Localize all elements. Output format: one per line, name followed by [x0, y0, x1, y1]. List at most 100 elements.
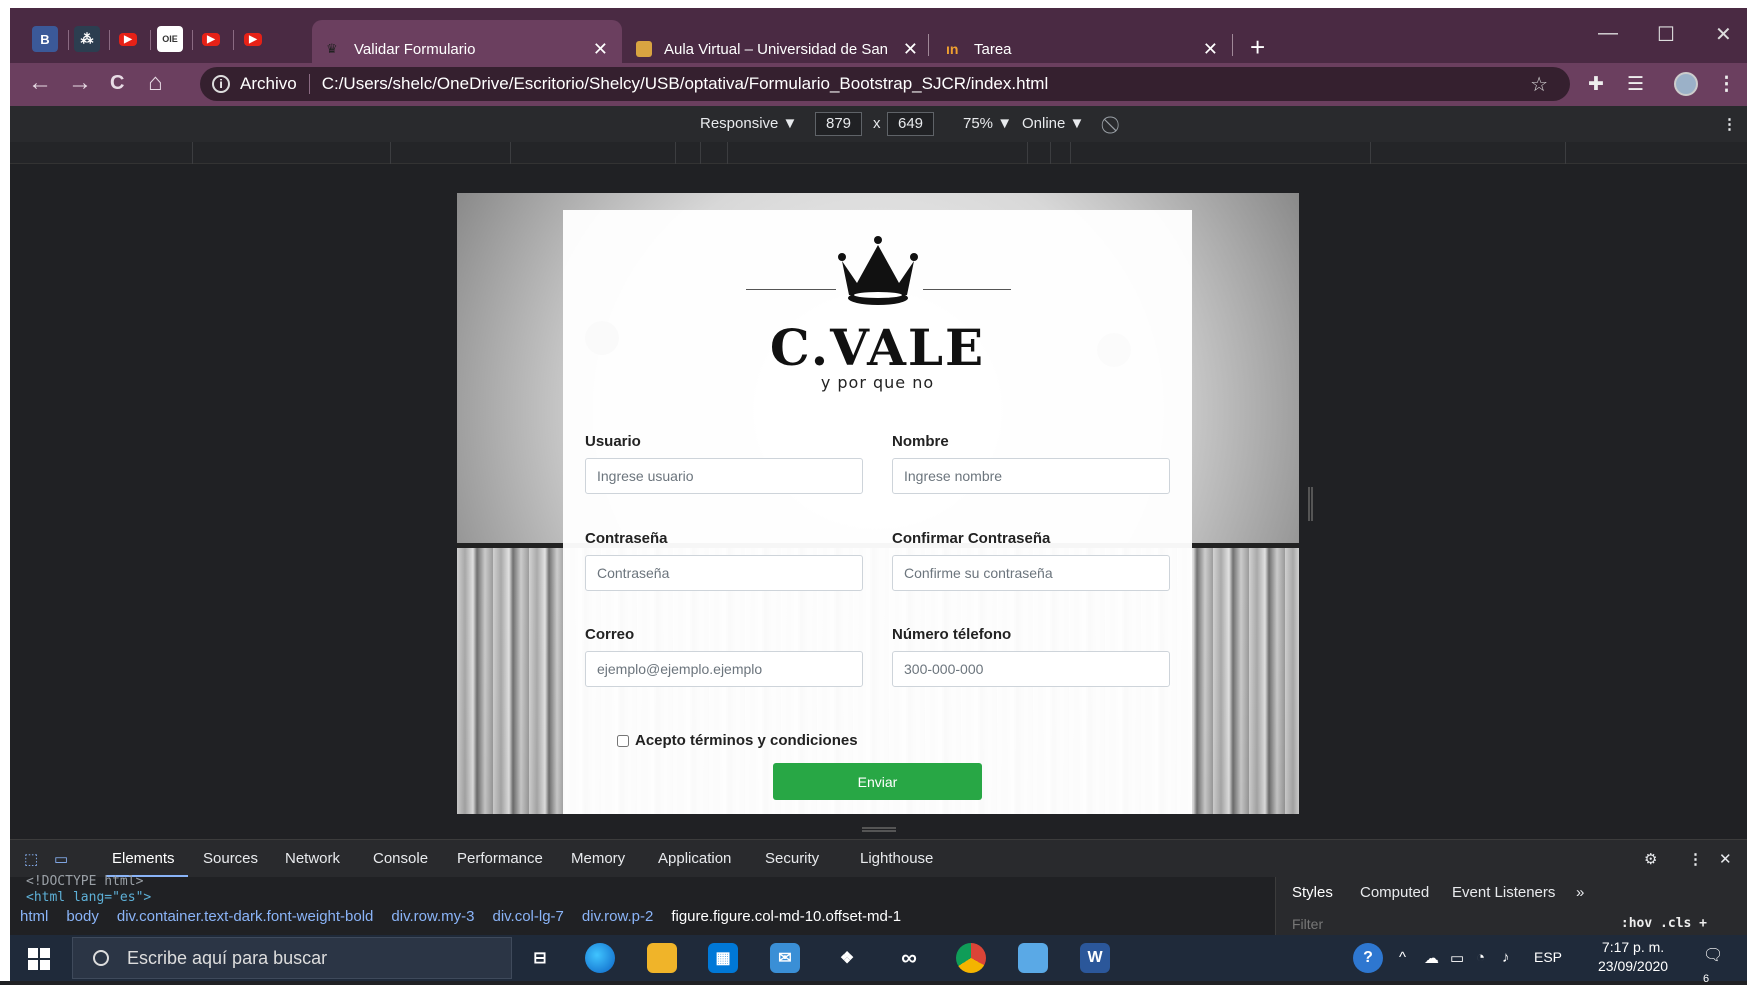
breadcrumb-item-current[interactable]: figure.figure.col-md-10.offset-md-1 [671, 908, 901, 933]
volume-icon[interactable]: ♪ [1502, 949, 1510, 966]
tab-memory[interactable]: Memory [571, 850, 625, 867]
windows-start-icon[interactable] [28, 948, 50, 970]
tarea-favicon-icon: ın [946, 41, 959, 57]
confirmar-contrasena-input[interactable] [892, 555, 1170, 591]
html-tag-line[interactable]: <html lang="es"> [26, 890, 151, 905]
chrome-icon[interactable] [956, 943, 986, 973]
youtube-icon: ▶ [202, 32, 220, 46]
tab-console[interactable]: Console [373, 850, 428, 867]
tab-network[interactable]: Network [285, 850, 340, 867]
close-tab-icon[interactable]: ✕ [593, 39, 608, 60]
url-text[interactable]: C:/Users/shelc/OneDrive/Escritorio/Shelc… [322, 74, 1049, 94]
word-icon[interactable]: W [1080, 943, 1110, 973]
language-indicator[interactable]: ESP [1534, 949, 1562, 965]
tab-elements[interactable]: Elements [112, 850, 175, 867]
doctype-line[interactable]: <!DOCTYPE html> [26, 874, 143, 889]
viewport-height-input[interactable]: 649 [887, 112, 935, 136]
minimize-button[interactable]: — [1598, 22, 1618, 45]
more-tabs-chevron-icon[interactable]: » [1576, 884, 1584, 901]
pinned-tab-6-youtube-icon[interactable]: ▶ [240, 26, 266, 52]
breadcrumb-item[interactable]: body [66, 908, 99, 933]
close-devtools-icon[interactable]: ✕ [1719, 850, 1732, 868]
hov-cls-toggles[interactable]: :hov .cls + [1621, 916, 1707, 931]
tab-computed[interactable]: Computed [1360, 884, 1429, 901]
tab-lighthouse[interactable]: Lighthouse [860, 850, 933, 867]
help-icon[interactable]: ? [1353, 943, 1383, 973]
viewport-resize-handle-bottom[interactable] [862, 827, 896, 832]
enviar-button[interactable]: Enviar [773, 763, 982, 800]
reading-list-icon[interactable]: ☰ [1627, 73, 1644, 96]
correo-input[interactable] [585, 651, 863, 687]
new-tab-button[interactable]: + [1250, 32, 1265, 63]
pinned-tab-2[interactable]: ⁂ [74, 26, 100, 52]
tab-performance[interactable]: Performance [457, 850, 543, 867]
tab-sources[interactable]: Sources [203, 850, 258, 867]
breadcrumb-item[interactable]: div.col-lg-7 [492, 908, 563, 933]
tab-title: Validar Formulario [354, 40, 476, 58]
device-toggle-icon[interactable]: ▭ [54, 850, 68, 868]
zoom-dropdown[interactable]: 75% ▼ [963, 115, 1012, 132]
nombre-input[interactable] [892, 458, 1170, 494]
breadcrumb-item[interactable]: div.row.my-3 [391, 908, 474, 933]
extensions-puzzle-icon[interactable]: ✚ [1588, 73, 1604, 96]
device-toolbar-more-icon[interactable]: ⋮ [1722, 115, 1737, 133]
close-tab-icon[interactable]: ✕ [1203, 39, 1218, 60]
close-tab-icon[interactable]: ✕ [903, 39, 918, 60]
info-icon[interactable]: i [212, 75, 230, 93]
home-button[interactable]: ⌂ [148, 71, 163, 95]
tab-application[interactable]: Application [658, 850, 731, 867]
responsive-dropdown[interactable]: Responsive ▼ [700, 115, 797, 132]
onedrive-cloud-icon[interactable]: ☁ [1424, 949, 1439, 967]
reload-button[interactable]: C [110, 71, 124, 95]
breadcrumb-item[interactable]: div.row.p-2 [582, 908, 653, 933]
breadcrumb-item[interactable]: div.container.text-dark.font-weight-bold [117, 908, 374, 933]
settings-gear-icon[interactable]: ⚙ [1644, 850, 1657, 868]
battery-icon[interactable]: ▭ [1450, 949, 1464, 967]
bookmark-star-icon[interactable]: ☆ [1530, 72, 1548, 97]
viewport-resize-handle-right[interactable] [1308, 487, 1313, 521]
maximize-button[interactable]: ☐ [1657, 22, 1675, 47]
file-explorer-icon[interactable] [647, 943, 677, 973]
tab-styles[interactable]: Styles [1292, 884, 1333, 901]
pinned-tab-5-youtube-icon[interactable]: ▶ [198, 26, 224, 52]
infinity-app-icon[interactable]: ∞ [894, 943, 924, 973]
media-query-ruler[interactable] [10, 142, 1747, 164]
forward-button[interactable]: → [68, 71, 92, 95]
mail-icon[interactable]: ✉ [770, 943, 800, 973]
notes-app-icon[interactable] [1018, 943, 1048, 973]
pinned-tab-3-youtube-icon[interactable]: ▶ [115, 26, 141, 52]
profile-avatar[interactable] [1674, 72, 1698, 96]
edge-browser-icon[interactable] [585, 943, 615, 973]
styles-filter-input[interactable]: Filter [1292, 916, 1323, 932]
notifications-icon[interactable]: 🗨6 [1703, 945, 1729, 985]
address-bar[interactable]: i Archivo C:/Users/shelc/OneDrive/Escrit… [200, 67, 1570, 101]
tab-separator [233, 30, 234, 50]
back-button[interactable]: ← [28, 71, 52, 95]
tab-security[interactable]: Security [765, 850, 819, 867]
breadcrumb-item[interactable]: html [20, 908, 48, 933]
microsoft-store-icon[interactable]: ▦ [708, 943, 738, 973]
taskbar-search-box[interactable]: Escribe aquí para buscar [72, 937, 512, 979]
task-view-icon[interactable]: ⊟ [525, 943, 555, 973]
tab-separator [68, 30, 69, 50]
viewport-width-input[interactable]: 879 [815, 112, 863, 136]
tab-event-listeners[interactable]: Event Listeners [1452, 884, 1555, 901]
telefono-input[interactable] [892, 651, 1170, 687]
youtube-icon: ▶ [119, 32, 137, 46]
devtools-more-icon[interactable]: ⋮ [1688, 850, 1703, 868]
dropbox-icon[interactable]: ❖ [832, 943, 862, 973]
pinned-tab-4[interactable]: OIE [157, 26, 183, 52]
show-hidden-icons-chevron-icon[interactable]: ^ [1399, 949, 1406, 966]
crown-favicon-icon: ♛ [326, 41, 338, 56]
taskbar-clock[interactable]: 7:17 p. m. 23/09/2020 [1598, 938, 1668, 976]
pinned-tab-1[interactable]: B [32, 26, 58, 52]
wifi-icon[interactable]: ◔ [1476, 949, 1485, 966]
close-window-button[interactable]: ✕ [1715, 22, 1732, 47]
inspect-element-icon[interactable]: ⬚ [24, 850, 38, 868]
contrasena-input[interactable] [585, 555, 863, 591]
usuario-input[interactable] [585, 458, 863, 494]
terms-checkbox[interactable] [617, 734, 629, 747]
network-throttle-dropdown[interactable]: Online ▼ [1022, 115, 1084, 132]
terms-checkbox-row[interactable]: Acepto términos y condiciones [617, 732, 858, 749]
menu-kebab-icon[interactable]: ⋮ [1717, 73, 1736, 96]
